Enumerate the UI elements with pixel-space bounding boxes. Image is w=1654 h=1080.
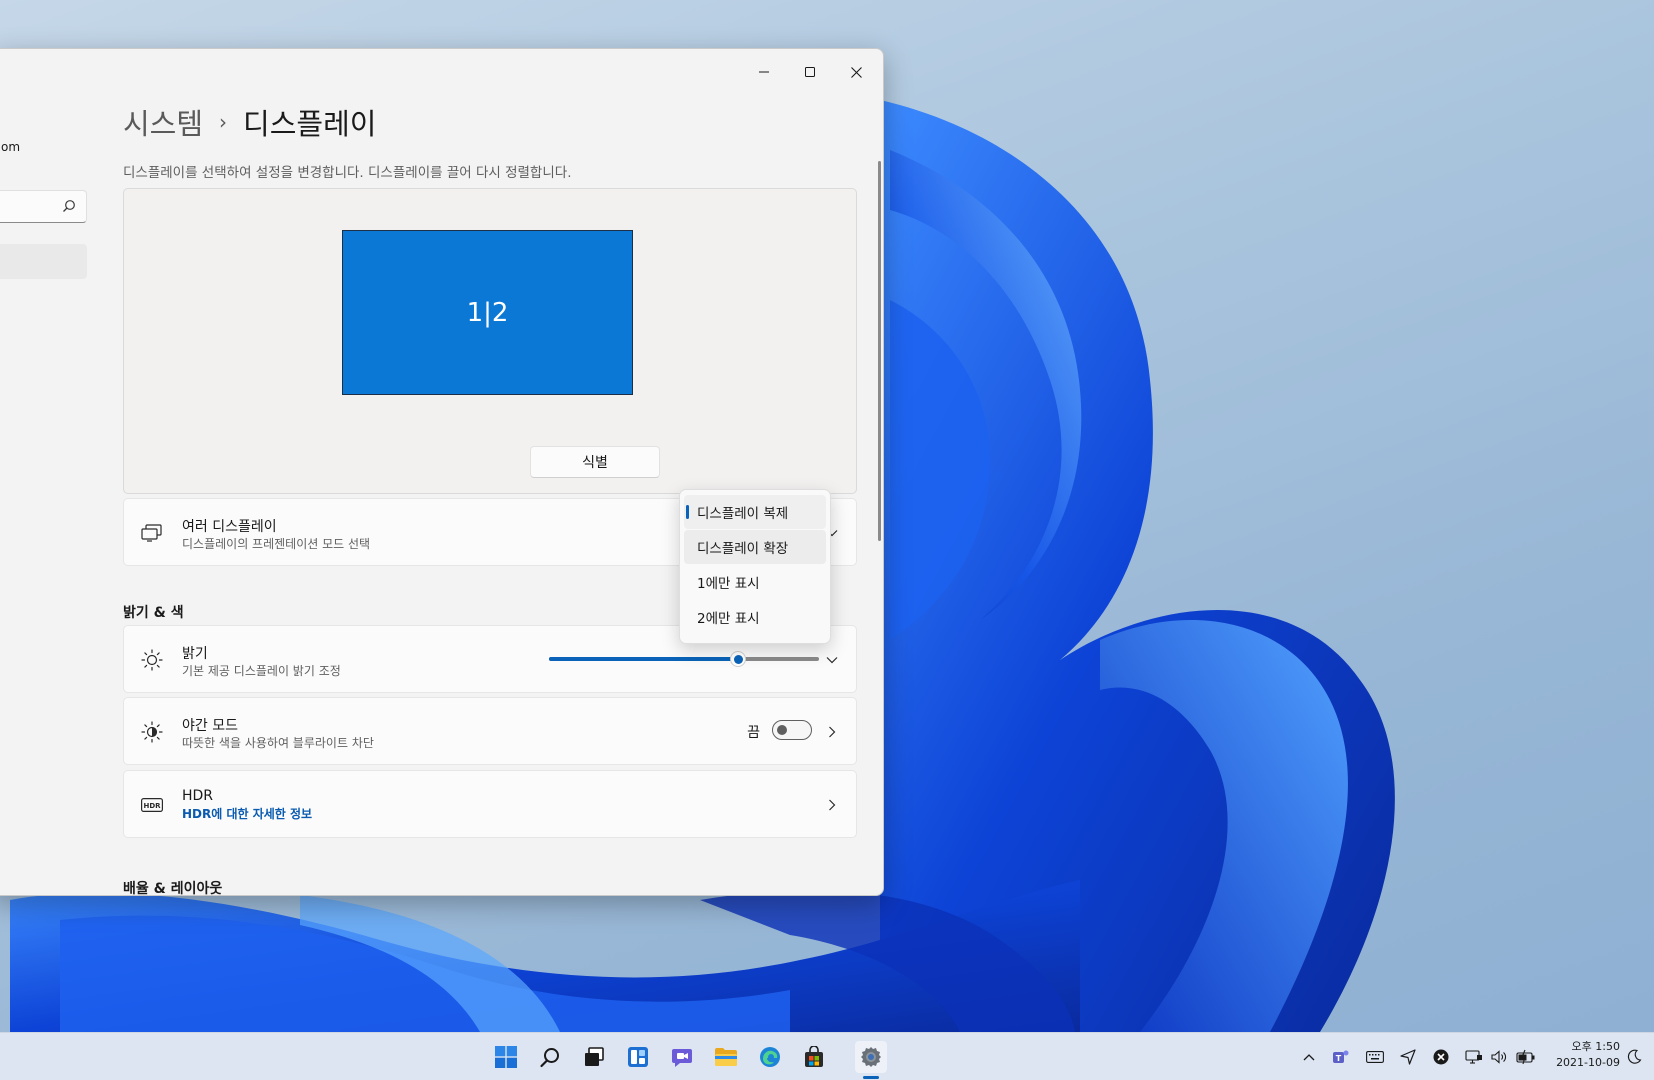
store-button[interactable] [798,1041,830,1073]
teams-icon: T [1333,1050,1349,1063]
keyboard-icon [1366,1051,1384,1063]
focus-assist-tray-icon[interactable] [1624,1047,1644,1067]
start-icon [495,1046,517,1068]
hdr-title: HDR [182,788,214,804]
chevron-right-icon[interactable] [824,797,840,813]
settings-search-box[interactable] [0,190,87,223]
page-title: 디스플레이 [243,107,377,141]
teams-tray-icon[interactable]: T [1331,1047,1351,1067]
settings-search-input[interactable] [0,191,64,222]
breadcrumb-system-link[interactable]: 시스템 [123,101,203,143]
display-arrangement-area[interactable]: 1|2 식별 [123,188,857,494]
dropdown-option-show-only-2[interactable]: 2에만 표시 [684,600,826,634]
dropdown-option-extend[interactable]: 디스플레이 확장 [684,530,826,564]
active-app-indicator [863,1076,879,1079]
widgets-icon [628,1047,648,1067]
taskbar-clock[interactable]: 오후 1:50 2021-10-09 [1542,1039,1620,1071]
store-icon [805,1046,823,1067]
account-email: om [1,140,21,154]
ethernet-network-icon [1465,1050,1482,1064]
monitor-tile[interactable]: 1|2 [342,230,633,395]
content-scrollbar[interactable] [878,161,881,541]
content-pane: 시스템 › 디스플레이 디스플레이를 선택하여 설정을 변경합니다. 디스플레이… [115,49,883,896]
chevron-up-icon [1303,1054,1315,1061]
hdr-learn-more-link[interactable]: HDR에 대한 자세한 정보 [182,805,312,822]
file-explorer-icon [715,1048,737,1066]
breadcrumb: 시스템 › 디스플레이 [123,101,376,143]
chevron-down-icon[interactable] [824,652,840,668]
settings-icon [861,1047,881,1067]
show-hidden-icons-button[interactable] [1299,1047,1319,1067]
brightness-sun-icon [140,648,164,672]
brightness-color-section-heading: 밝기 & 색 [123,605,184,621]
chat-button[interactable] [666,1041,698,1073]
chevron-right-icon[interactable] [824,724,840,740]
status-tray-icon[interactable] [1431,1047,1451,1067]
network-tray-icon[interactable] [1464,1047,1484,1067]
task-view-icon [585,1047,604,1066]
brightness-slider-thumb[interactable] [730,651,746,667]
display-mode-dropdown-menu: 디스플레이 복제 디스플레이 확장 1에만 표시 2에만 표시 [679,489,831,644]
multiple-displays-subtitle: 디스플레이의 프레젠테이션 모드 선택 [182,537,371,551]
night-light-title: 야간 모드 [182,718,238,734]
selected-indicator [686,505,689,519]
widgets-button[interactable] [622,1041,654,1073]
speaker-volume-icon [1491,1050,1506,1064]
moon-icon [1627,1049,1642,1064]
keyboard-tray-icon[interactable] [1365,1047,1385,1067]
task-view-button[interactable] [578,1041,610,1073]
taskbar: T 오후 1:50 2021-10-09 [0,1032,1654,1080]
dropdown-option-show-only-1[interactable]: 1에만 표시 [684,565,826,599]
volume-tray-icon[interactable] [1490,1047,1510,1067]
dropdown-option-duplicate[interactable]: 디스플레이 복제 [684,495,826,529]
brightness-slider[interactable] [549,651,819,667]
location-tray-icon[interactable] [1398,1047,1418,1067]
clock-date: 2021-10-09 [1556,1056,1620,1069]
taskbar-search-button[interactable] [534,1041,566,1073]
start-button[interactable] [490,1041,522,1073]
edge-icon [760,1047,780,1067]
multiple-displays-icon [140,521,164,545]
svg-text:T: T [1336,1054,1342,1063]
search-icon [63,200,75,212]
settings-window: om 시스템 › 디스플레이 디스플레이를 선택하여 설정을 변경합니다. 디스… [0,48,884,896]
battery-tray-icon[interactable] [1516,1047,1536,1067]
arrangement-description: 디스플레이를 선택하여 설정을 변경합니다. 디스플레이를 끌어 다시 정렬합니… [123,165,572,181]
scale-layout-section-heading: 배율 & 레이아웃 [123,881,223,896]
hdr-icon: HDR [140,793,164,817]
night-light-subtitle: 따뜻한 색을 사용하여 블루라이트 차단 [182,736,374,750]
night-light-state-label: 끔 [747,725,760,741]
hdr-card[interactable]: HDR HDR HDR에 대한 자세한 정보 [123,770,857,838]
dropdown-option-label: 디스플레이 복제 [697,506,789,522]
location-arrow-icon [1400,1049,1416,1065]
nav-item-system-selected[interactable] [0,244,87,279]
multiple-displays-title: 여러 디스플레이 [182,519,277,535]
svg-text:HDR: HDR [143,802,161,810]
monitor-tile-label: 1|2 [466,297,509,328]
brightness-title: 밝기 [182,646,208,662]
dropdown-option-label: 디스플레이 확장 [697,541,789,557]
close-circle-icon [1433,1049,1449,1065]
brightness-subtitle: 기본 제공 디스플레이 밝기 조정 [182,664,341,678]
dropdown-option-label: 1에만 표시 [697,576,760,592]
identify-button[interactable]: 식별 [530,446,660,478]
breadcrumb-separator: › [219,110,228,134]
edge-button[interactable] [754,1041,786,1073]
night-light-card[interactable]: 야간 모드 따뜻한 색을 사용하여 블루라이트 차단 끔 [123,697,857,765]
night-light-icon [140,720,164,744]
navigation-pane: om [0,49,93,895]
chat-icon [672,1049,692,1067]
dropdown-option-label: 2에만 표시 [697,611,760,627]
brightness-slider-fill [549,657,738,661]
search-icon [540,1048,559,1068]
file-explorer-button[interactable] [710,1041,742,1073]
settings-button[interactable] [855,1041,887,1073]
clock-time: 오후 1:50 [1571,1040,1620,1053]
battery-charging-icon [1516,1049,1535,1065]
night-light-toggle[interactable] [772,720,812,740]
